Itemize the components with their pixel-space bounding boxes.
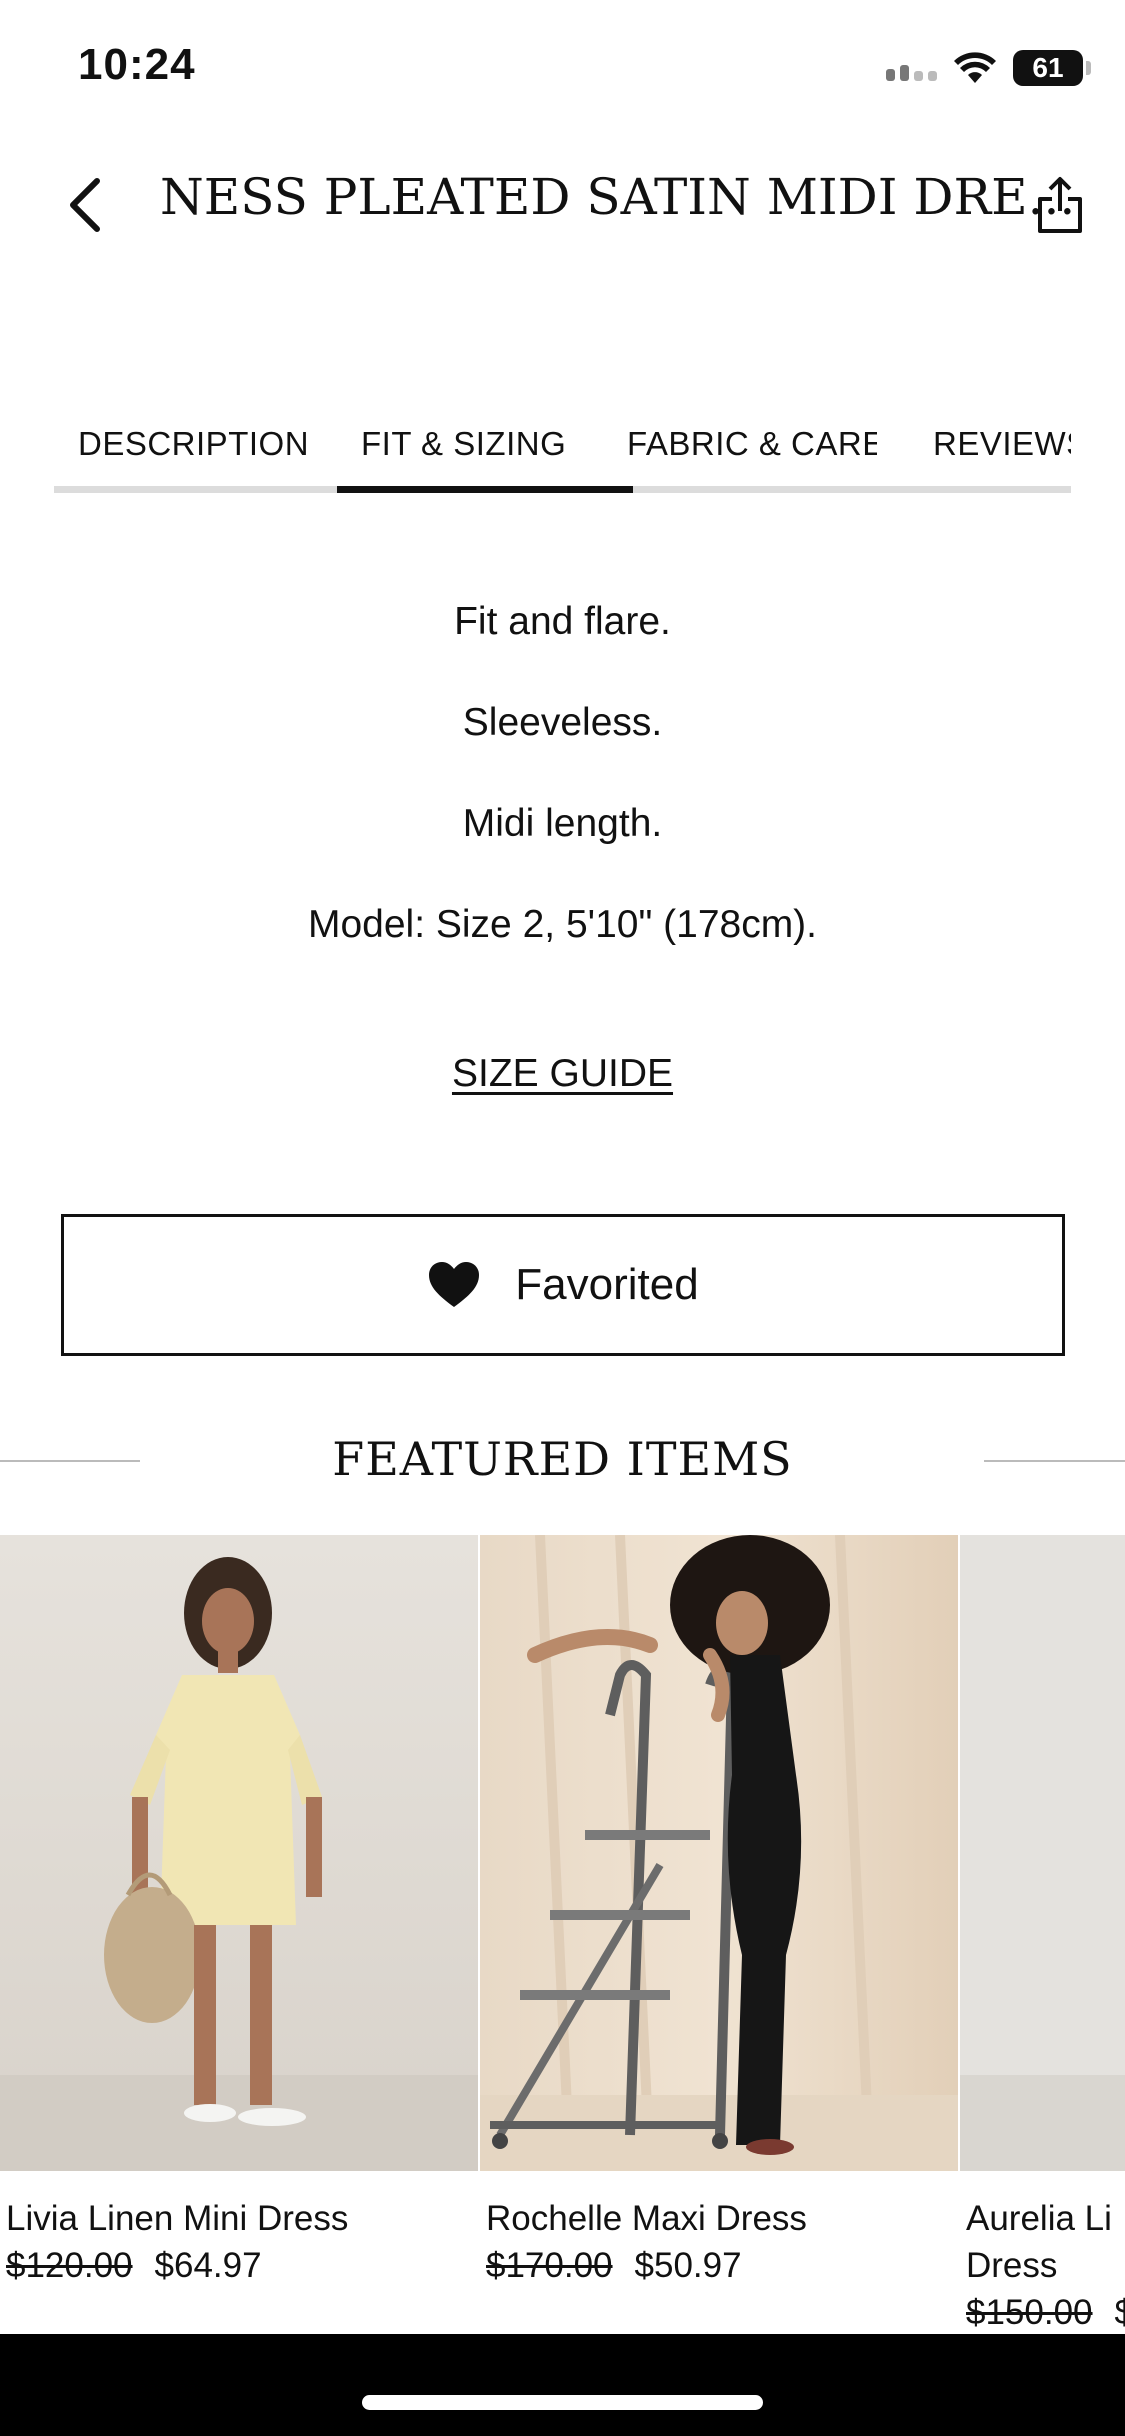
fit-detail-line: Model: Size 2, 5'10" (178cm). (307, 903, 818, 946)
fit-detail-line: Midi length. (462, 802, 663, 845)
wifi-icon (954, 52, 996, 83)
featured-items-title: FEATURED ITEMS (332, 1432, 793, 1486)
price-sale: $50.97 (634, 2246, 742, 2285)
chevron-left-icon (70, 178, 100, 232)
product-image[interactable] (480, 1535, 958, 2171)
product-price: $170.00 $50.97 (486, 2246, 958, 2286)
tab-active-indicator (337, 486, 633, 493)
size-guide: SIZE GUIDE (0, 1052, 1125, 1096)
status-time: 10:24 (78, 40, 196, 89)
tab-bar: DESCRIPTION FIT & SIZING FABRIC & CARE R… (54, 400, 1071, 495)
product-image[interactable] (0, 1535, 478, 2171)
product-price: $150.00 $ (966, 2293, 1125, 2333)
tab-reviews[interactable]: REVIEWS (933, 400, 1071, 488)
header: NESS PLEATED SATIN MIDI DRE... (0, 150, 1125, 260)
product-name[interactable]: Aurelia Li Dress (966, 2195, 1125, 2289)
back-button[interactable] (50, 170, 120, 240)
heart-filled-icon (429, 1262, 480, 1307)
tab-description[interactable]: DESCRIPTION (78, 400, 328, 488)
tab-fabric-care[interactable]: FABRIC & CARE (627, 400, 877, 488)
page-title: NESS PLEATED SATIN MIDI DRE... (160, 168, 1076, 226)
share-button[interactable] (1025, 170, 1095, 240)
product-image[interactable] (960, 1535, 1125, 2171)
product-card[interactable]: Rochelle Maxi Dress $170.00 $50.97 (480, 1535, 958, 2286)
price-original: $170.00 (486, 2246, 613, 2285)
cellular-signal-icon (886, 55, 937, 81)
product-price: $120.00 $64.97 (6, 2246, 478, 2286)
home-bar-area (0, 2334, 1125, 2436)
share-icon (1038, 177, 1082, 233)
fit-detail-line: Fit and flare. (454, 600, 671, 643)
status-icons: 61 (886, 50, 1091, 86)
status-bar: 10:24 61 (0, 0, 1125, 130)
fit-detail-line: Sleeveless. (462, 701, 663, 744)
product-card[interactable]: Aurelia Li Dress $150.00 $ (960, 1535, 1125, 2333)
size-guide-link[interactable]: SIZE GUIDE (452, 1052, 673, 1095)
product-card[interactable]: Livia Linen Mini Dress $120.00 $64.97 (0, 1535, 478, 2286)
product-name[interactable]: Rochelle Maxi Dress (486, 2195, 958, 2242)
price-sale: $64.97 (154, 2246, 262, 2285)
favorite-button-label: Favorited (515, 1260, 699, 1309)
favorite-button[interactable]: Favorited (61, 1214, 1065, 1356)
price-original: $120.00 (6, 2246, 133, 2285)
home-indicator[interactable] (362, 2395, 763, 2410)
battery-icon: 61 (1013, 50, 1091, 86)
tab-fit-sizing[interactable]: FIT & SIZING (361, 400, 591, 488)
product-name[interactable]: Livia Linen Mini Dress (6, 2195, 478, 2242)
price-original: $150.00 (966, 2293, 1093, 2332)
price-sale: $ (1114, 2293, 1125, 2332)
